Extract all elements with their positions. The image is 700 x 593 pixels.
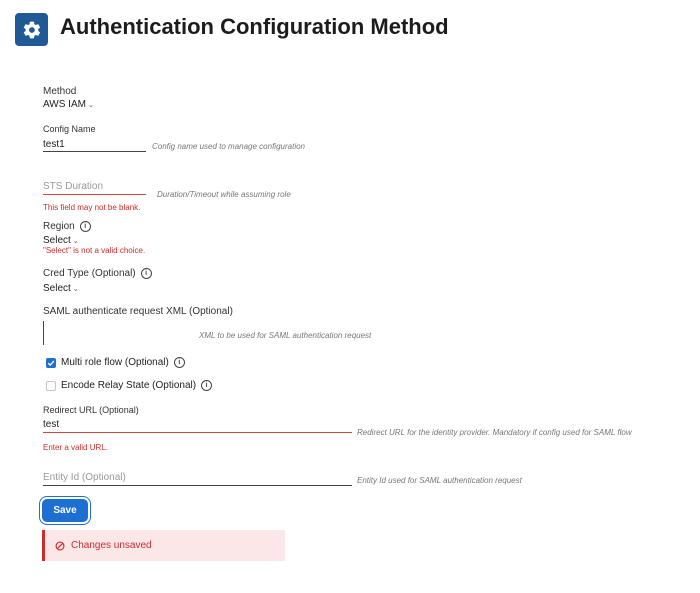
saml-xml-textarea[interactable] [43,321,44,345]
region-error: "Select" is not a valid choice. [43,246,146,255]
saml-xml-label: SAML authenticate request XML (Optional) [43,306,233,317]
unsaved-alert: Changes unsaved [42,530,285,561]
config-name-label: Config Name [43,124,96,134]
entity-id-underline [43,485,352,486]
sts-duration-underline [43,194,146,195]
encode-relay-label: Encode Relay State (Optional) [61,380,197,391]
sts-duration-input[interactable]: STS Duration [43,181,103,192]
encode-relay-row: Encode Relay State (Optional) i [46,380,213,391]
cred-type-label: Cred Type (Optional) [43,268,136,279]
config-name-underline [43,151,146,152]
region-select[interactable]: Select ⌄ [43,235,79,246]
chevron-down-icon: ⌄ [72,237,79,245]
entity-id-hint: Entity Id used for SAML authentication r… [357,476,522,485]
page-title: Authentication Configuration Method [60,14,449,39]
redirect-url-input[interactable]: test [43,419,59,430]
chevron-down-icon: ⌄ [87,101,94,109]
encode-relay-checkbox[interactable] [46,380,56,391]
region-label: Region [43,221,75,232]
method-select[interactable]: AWS IAM ⌄ [43,99,94,110]
settings-gear-icon [15,13,48,46]
cred-type-label-row: Cred Type (Optional) i [43,268,152,279]
multi-role-row: Multi role flow (Optional) i [46,357,185,368]
info-icon[interactable]: i [173,357,185,368]
redirect-url-label: Redirect URL (Optional) [43,405,139,415]
chevron-down-icon: ⌄ [72,285,79,293]
method-label: Method [43,86,77,97]
info-icon[interactable]: i [79,221,91,232]
redirect-url-hint: Redirect URL for the identity provider. … [357,428,632,437]
alert-text: Changes unsaved [71,540,152,551]
method-select-value: AWS IAM [43,99,86,110]
entity-id-input[interactable]: Entity Id (Optional) [43,472,126,483]
region-label-row: Region i [43,221,91,232]
multi-role-checkbox[interactable] [46,357,56,368]
sts-duration-hint: Duration/Timeout while assuming role [157,190,291,199]
saml-xml-hint: XML to be used for SAML authentication r… [199,331,372,340]
sts-duration-error: This field may not be blank. [43,203,141,212]
check-icon [47,360,55,366]
cred-type-select[interactable]: Select ⌄ [43,283,79,294]
prohibited-icon [55,541,65,550]
save-button[interactable]: Save [42,499,88,522]
redirect-url-underline [43,432,352,433]
info-icon[interactable]: i [201,380,213,391]
multi-role-label: Multi role flow (Optional) [61,357,169,368]
info-icon[interactable]: i [140,268,152,279]
region-select-value: Select [43,235,71,246]
cred-type-select-value: Select [43,283,71,294]
config-name-input[interactable]: test1 [43,139,65,150]
redirect-url-error: Enter a valid URL. [43,443,108,452]
config-name-hint: Config name used to manage configuration [152,142,305,151]
